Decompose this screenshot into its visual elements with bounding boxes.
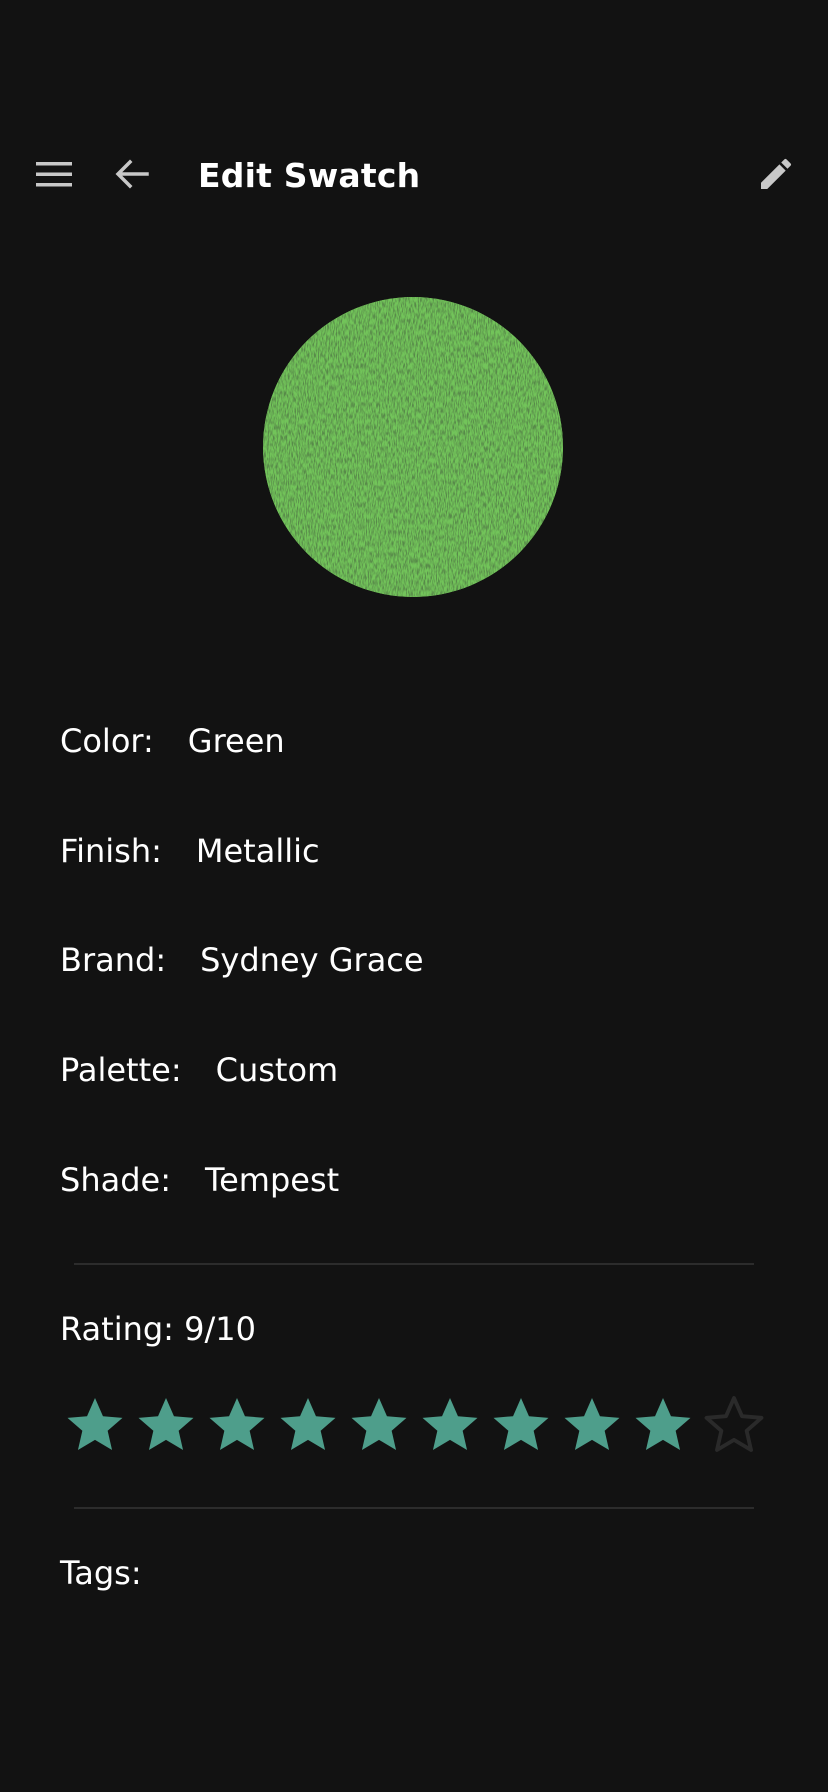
palette-value: Custom bbox=[215, 1051, 339, 1089]
rating-label: Rating: 9/10 bbox=[60, 1310, 256, 1348]
color-value: Green bbox=[187, 722, 285, 760]
star-filled-icon[interactable] bbox=[133, 1392, 199, 1458]
edit-button[interactable] bbox=[748, 146, 804, 202]
app-screen: Edit Swatch Color: Green Finish: Metalli… bbox=[0, 0, 828, 1792]
star-rating[interactable] bbox=[62, 1392, 764, 1462]
shade-label: Shade: bbox=[60, 1161, 171, 1199]
star-empty-icon[interactable] bbox=[701, 1392, 767, 1458]
color-row: Color: Green bbox=[60, 716, 285, 766]
star-filled-icon[interactable] bbox=[204, 1392, 270, 1458]
menu-button[interactable] bbox=[26, 146, 82, 202]
pencil-icon bbox=[761, 158, 792, 189]
palette-row: Palette: Custom bbox=[60, 1045, 338, 1095]
arrow-left-icon bbox=[115, 159, 149, 189]
tags-label: Tags: bbox=[60, 1554, 142, 1592]
finish-value: Metallic bbox=[195, 832, 320, 870]
swatch-preview bbox=[263, 297, 563, 597]
divider bbox=[74, 1507, 754, 1509]
star-filled-icon[interactable] bbox=[417, 1392, 483, 1458]
finish-row: Finish: Metallic bbox=[60, 826, 320, 876]
star-filled-icon[interactable] bbox=[346, 1392, 412, 1458]
brand-row: Brand: Sydney Grace bbox=[60, 935, 424, 985]
top-app-bar: Edit Swatch bbox=[0, 138, 828, 210]
divider bbox=[74, 1263, 754, 1265]
star-filled-icon[interactable] bbox=[488, 1392, 554, 1458]
brand-label: Brand: bbox=[60, 941, 167, 979]
color-label: Color: bbox=[60, 722, 154, 760]
hamburger-menu-icon bbox=[36, 162, 72, 187]
star-filled-icon[interactable] bbox=[275, 1392, 341, 1458]
shade-row: Shade: Tempest bbox=[60, 1155, 339, 1205]
star-filled-icon[interactable] bbox=[630, 1392, 696, 1458]
page-title: Edit Swatch bbox=[198, 156, 421, 195]
shade-value: Tempest bbox=[204, 1161, 340, 1199]
brand-value: Sydney Grace bbox=[200, 941, 424, 979]
finish-label: Finish: bbox=[60, 832, 162, 870]
star-filled-icon[interactable] bbox=[62, 1392, 128, 1458]
palette-label: Palette: bbox=[60, 1051, 182, 1089]
back-button[interactable] bbox=[104, 146, 160, 202]
swatch-circle bbox=[263, 297, 563, 597]
star-filled-icon[interactable] bbox=[559, 1392, 625, 1458]
